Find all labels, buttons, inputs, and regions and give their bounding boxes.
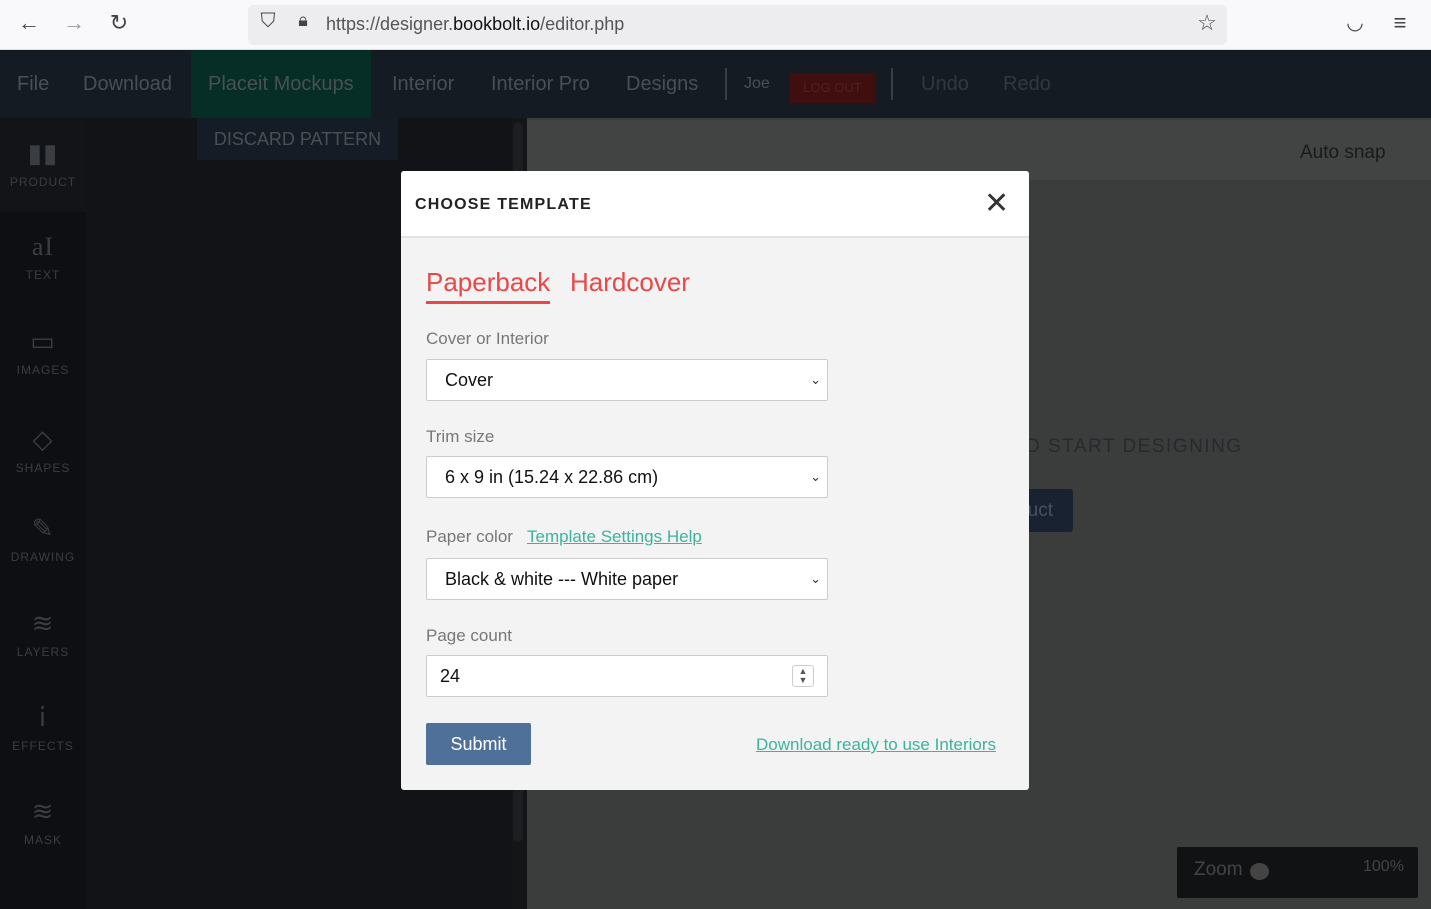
sidebar-item-shapes[interactable]: ◇ SHAPES [0, 424, 86, 475]
shield-icon[interactable]: ⛉ [253, 10, 283, 33]
trim-size-select[interactable]: 6 x 9 in (15.24 x 22.86 cm) ⌄ [426, 456, 828, 498]
paper-value: Black & white --- White paper [445, 569, 679, 589]
divider [725, 68, 727, 100]
start-designing-text: D START DESIGNING [1026, 436, 1243, 457]
sidebar-label: SHAPES [15, 461, 71, 475]
zoom-value: 100% [1363, 858, 1404, 875]
back-icon[interactable]: ← [14, 10, 44, 36]
submit-button[interactable]: Submit [426, 723, 531, 765]
stepper-icon[interactable]: ▲ ▼ [792, 665, 814, 687]
auto-snap-toggle[interactable]: Auto snap [1300, 142, 1386, 164]
undo-button[interactable]: Undo [921, 50, 969, 118]
template-settings-help-link[interactable]: Template Settings Help [527, 527, 702, 547]
logout-button[interactable]: LOG OUT [789, 73, 876, 103]
sidebar-item-text[interactable]: aI TEXT [0, 232, 86, 282]
url-text[interactable]: https://designer.bookbolt.io/editor.php [326, 14, 624, 35]
sidebar-label: MASK [23, 833, 62, 847]
image-icon: ▭ [30, 326, 56, 356]
nav-designs[interactable]: Designs [626, 50, 698, 118]
menu-icon[interactable]: ≡ [1385, 10, 1415, 36]
browser-toolbar: ← → ↻ ⛉ 🔒︎ https://designer.bookbolt.io/… [0, 0, 1431, 50]
book-icon: ▮▮ [27, 138, 59, 168]
sidebar-label: PRODUCT [9, 175, 77, 189]
page-count-value: 24 [440, 666, 461, 686]
text-icon: aI [31, 232, 55, 261]
sidebar-item-effects[interactable]: ⅰ EFFECTS [0, 702, 86, 753]
sidebar-item-images[interactable]: ▭ IMAGES [0, 326, 86, 377]
lock-icon[interactable]: 🔒︎ [288, 10, 318, 31]
sidebar-label: TEXT [25, 268, 61, 282]
sidebar-item-drawing[interactable]: ✎ DRAWING [0, 513, 86, 564]
flask-icon: ⅰ [38, 702, 48, 732]
nav-file[interactable]: File [17, 50, 49, 118]
tab-hardcover[interactable]: Hardcover [570, 267, 690, 298]
cover-select[interactable]: Cover ⌄ [426, 359, 828, 401]
cover-value: Cover [445, 370, 494, 390]
top-nav: File Download Placeit Mockups Interior I… [0, 50, 1431, 118]
cover-label: Cover or Interior [426, 329, 549, 348]
pocket-icon[interactable]: ◡ [1340, 10, 1370, 35]
choose-template-modal: CHOOSE TEMPLATE ✕ Paperback Hardcover Co… [401, 171, 1029, 790]
discard-pattern-button[interactable]: DISCARD PATTERN [197, 118, 398, 160]
paper-color-select[interactable]: Black & white --- White paper ⌄ [426, 558, 828, 600]
nav-placeit-mockups[interactable]: Placeit Mockups [191, 50, 371, 118]
trim-value: 6 x 9 in (15.24 x 22.86 cm) [445, 467, 659, 487]
zoom-slider-handle[interactable] [1250, 863, 1269, 880]
mask-icon: ≋ [31, 796, 55, 826]
diamond-icon: ◇ [32, 424, 54, 454]
page-count-input[interactable]: 24 ▲ ▼ [426, 655, 828, 697]
redo-button[interactable]: Redo [1003, 50, 1051, 118]
pencil-icon: ✎ [31, 513, 55, 543]
chevron-down-icon: ⌄ [810, 372, 821, 387]
reload-icon[interactable]: ↻ [104, 10, 134, 36]
chevron-down-icon: ⌄ [810, 469, 821, 484]
tab-paperback[interactable]: Paperback [426, 267, 551, 304]
paper-color-label: Paper color [426, 527, 513, 546]
modal-title: CHOOSE TEMPLATE [415, 196, 592, 213]
nav-interior[interactable]: Interior [392, 50, 454, 118]
sidebar-item-mask[interactable]: ≋ MASK [0, 796, 86, 847]
chevron-down-icon: ⌄ [810, 571, 821, 586]
sidebar-item-product[interactable]: ▮▮ PRODUCT [0, 138, 86, 189]
user-name: Joe [744, 75, 770, 92]
layers-icon: ≋ [31, 608, 55, 638]
star-icon[interactable]: ☆ [1192, 10, 1222, 36]
download-interiors-link[interactable]: Download ready to use Interiors [756, 735, 996, 755]
sidebar-label: EFFECTS [12, 739, 74, 753]
modal-header: CHOOSE TEMPLATE ✕ [401, 171, 1029, 238]
page-count-label: Page count [426, 626, 513, 645]
close-icon[interactable]: ✕ [984, 187, 1009, 221]
divider [891, 68, 893, 100]
nav-interior-pro[interactable]: Interior Pro [491, 50, 590, 118]
trim-label: Trim size [426, 427, 495, 446]
forward-icon[interactable]: → [59, 10, 89, 36]
zoom-label: Zoom [1194, 859, 1243, 880]
sidebar-item-layers[interactable]: ≋ LAYERS [0, 608, 86, 659]
sidebar-label: LAYERS [16, 645, 70, 659]
sidebar-label: DRAWING [10, 550, 76, 564]
sidebar-label: IMAGES [16, 363, 70, 377]
nav-download[interactable]: Download [83, 50, 172, 118]
